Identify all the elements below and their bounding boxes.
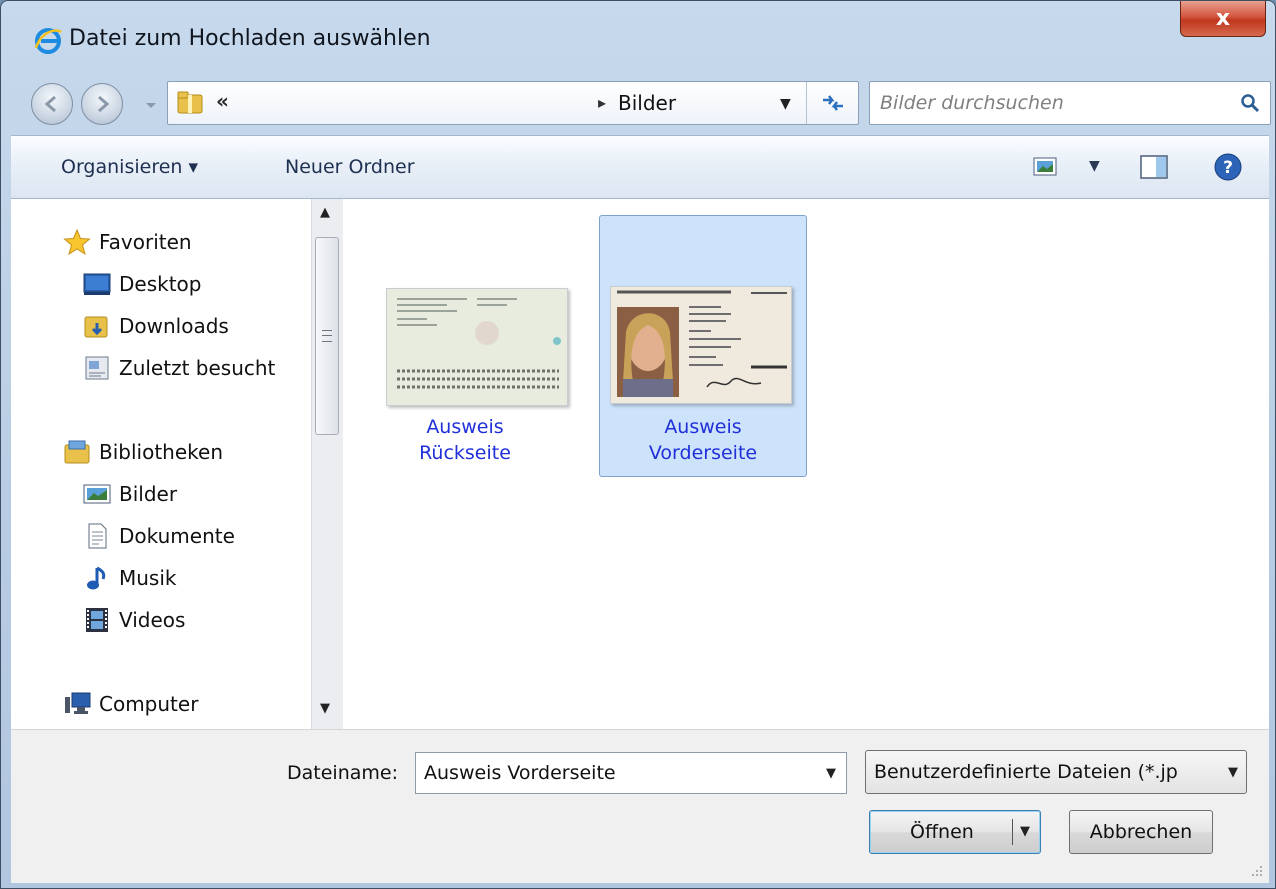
libraries-icon [64,440,90,464]
refresh-icon [822,95,843,111]
open-button[interactable]: Öffnen ▼ [869,810,1041,854]
back-button[interactable] [31,83,73,125]
navigation-pane: Favoriten Desktop Downloads Zuletzt besu… [11,199,311,729]
arrow-right-icon [98,95,110,113]
file-name: Ausweis Vorderseite [648,416,758,464]
search-icon[interactable] [1240,93,1260,113]
command-bar: Organisieren ▾ Neuer Ordner ▼ ? [11,135,1269,199]
video-film-icon [86,608,108,632]
id-card-back-thumbnail [386,288,568,406]
nav-item-pictures[interactable]: Bilder [11,477,307,511]
filename-dropdown-icon[interactable]: ▼ [826,766,836,781]
file-name: Ausweis Rückseite [419,416,511,464]
address-bar[interactable]: « ▸ Bilder ▼ [167,81,859,125]
address-overflow-chevron[interactable]: « [216,89,229,113]
id-card-back-image [387,289,567,405]
documents-library-icon [88,523,107,549]
dialog-title: Datei zum Hochladen auswählen [69,26,431,51]
forward-button[interactable] [81,83,123,125]
organize-menu-button[interactable]: Organisieren ▾ [61,156,198,178]
downloads-folder-icon [84,316,108,338]
new-folder-button[interactable]: Neuer Ordner [285,156,415,178]
nav-item-music[interactable]: Musik [11,561,307,595]
file-item-ausweis-rueckseite[interactable]: Ausweis Rückseite [361,215,569,477]
file-list: Ausweis Rückseite Ausweis Vorderseite [343,199,1269,729]
nav-item-recent-places[interactable]: Zuletzt besucht [11,351,307,385]
music-note-icon [87,566,106,590]
file-item-ausweis-vorderseite[interactable]: Ausweis Vorderseite [599,215,807,477]
search-input[interactable] [880,90,1220,116]
scroll-up-arrow-icon[interactable]: ▲ [320,205,330,220]
id-card-front-image [611,287,791,403]
folder-icon [177,91,203,114]
resize-grip-icon[interactable] [1249,863,1263,877]
arrow-left-icon [44,95,56,113]
nav-item-libraries[interactable]: Bibliotheken [11,435,307,469]
open-split-divider [1012,819,1013,845]
navigation-row: « ▸ Bilder ▼ [1,75,1275,135]
nav-item-desktop[interactable]: Desktop [11,267,307,301]
recent-pages-dropdown-icon[interactable] [143,97,159,113]
nav-item-favorites[interactable]: Favoriten [11,225,307,259]
nav-item-downloads[interactable]: Downloads [11,309,307,343]
nav-item-documents[interactable]: Dokumente [11,519,307,553]
cancel-button[interactable]: Abbrechen [1069,810,1213,854]
scrollbar-grip-icon [322,330,332,342]
close-icon: x [1215,6,1231,31]
title-bar[interactable]: Datei zum Hochladen auswählen x [1,1,1275,75]
search-box[interactable] [869,81,1271,125]
help-icon[interactable]: ? [1213,152,1243,182]
filename-combobox[interactable]: Ausweis Vorderseite ▼ [415,752,847,794]
view-options-dropdown-icon[interactable]: ▼ [1089,158,1100,174]
view-options-icon[interactable] [1033,156,1057,178]
filename-label: Dateiname: [287,762,398,784]
star-icon [63,229,91,255]
recent-places-icon [85,356,109,380]
address-history-dropdown-icon[interactable]: ▼ [780,96,791,112]
internet-explorer-icon [34,28,62,54]
desktop-icon [83,273,111,295]
pictures-library-icon [83,484,111,504]
close-button[interactable]: x [1180,1,1266,37]
dialog-footer: Dateiname: Ausweis Vorderseite ▼ Benutze… [11,729,1269,883]
file-type-value: Benutzerdefinierte Dateien (*.jp [874,761,1178,783]
file-type-select[interactable]: Benutzerdefinierte Dateien (*.jp ▼ [865,750,1247,794]
scroll-down-arrow-icon[interactable]: ▼ [320,701,330,716]
nav-item-computer[interactable]: Computer [11,687,307,721]
refresh-button[interactable] [806,82,858,124]
scrollbar-thumb[interactable] [315,237,339,435]
preview-pane-icon[interactable] [1139,154,1169,180]
file-type-dropdown-icon[interactable]: ▼ [1228,765,1238,780]
computer-icon [65,692,91,714]
breadcrumb-bilder[interactable]: Bilder [618,91,676,115]
svg-text:?: ? [1223,158,1233,178]
file-open-dialog: Datei zum Hochladen auswählen x « ▸ Bild… [0,0,1276,889]
id-card-front-thumbnail [610,286,792,404]
breadcrumb-arrow-icon[interactable]: ▸ [598,93,606,112]
filename-value[interactable]: Ausweis Vorderseite [424,762,616,784]
navigation-scrollbar[interactable]: ▲ ▼ [311,199,343,729]
nav-item-videos[interactable]: Videos [11,603,307,637]
open-options-dropdown-icon[interactable]: ▼ [1020,824,1030,839]
